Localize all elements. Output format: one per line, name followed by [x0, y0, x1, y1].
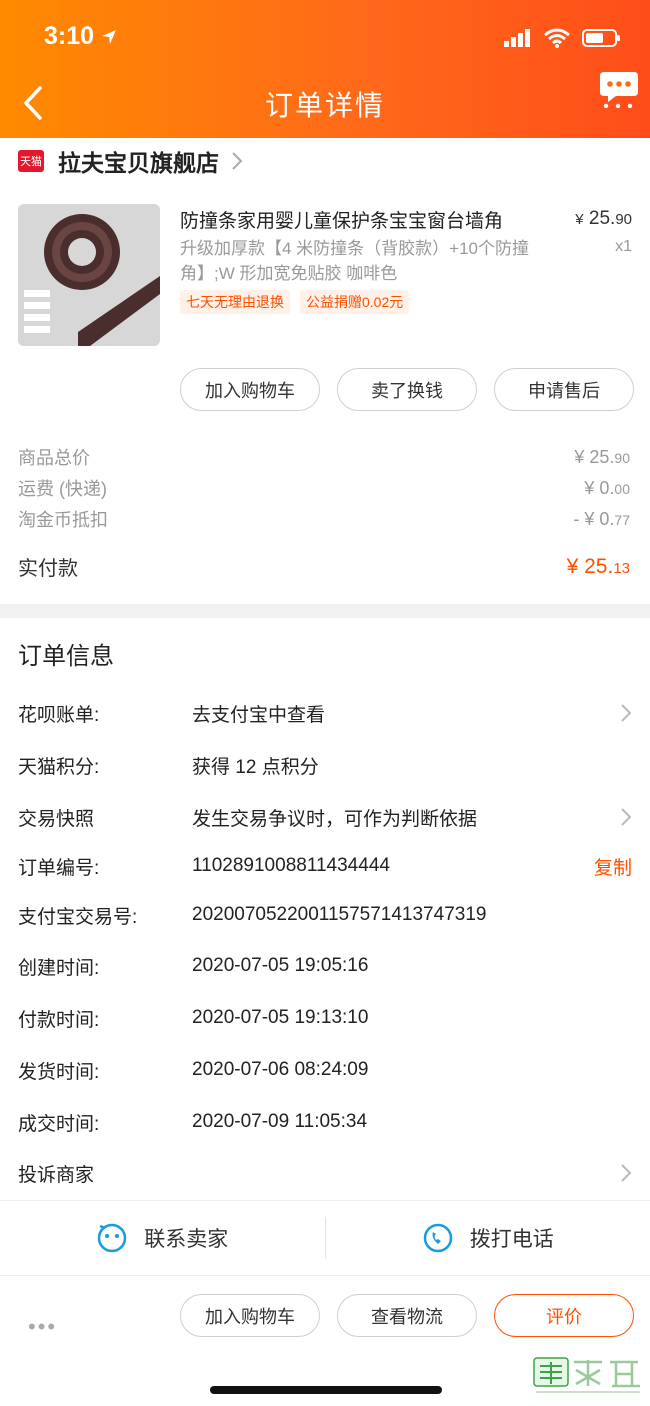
bottom-add-to-cart-button[interactable]: 加入购物车	[180, 1294, 320, 1337]
view-logistics-button[interactable]: 查看物流	[337, 1294, 477, 1337]
message-more-icon[interactable]	[598, 68, 640, 110]
copy-button[interactable]: 复制	[594, 853, 632, 880]
info-row-huabei[interactable]: 花呗账单: 去支付宝中查看	[18, 698, 632, 728]
watermark-logo	[533, 1357, 640, 1393]
contact-bar: 联系卖家 拨打电话	[0, 1200, 650, 1276]
more-options-icon[interactable]: •••	[28, 1314, 57, 1340]
location-arrow-icon	[102, 29, 117, 44]
chevron-right-icon	[621, 1164, 632, 1182]
review-button[interactable]: 评价	[494, 1294, 634, 1337]
status-time: 3:10	[44, 22, 118, 51]
add-to-cart-button[interactable]: 加入购物车	[180, 368, 320, 411]
page-title: 订单详情	[264, 90, 385, 121]
info-row-order-number: 订单编号: 1102891008811434444 复制	[18, 851, 632, 881]
order-info-title: 订单信息	[18, 643, 114, 670]
contact-seller-button[interactable]: 联系卖家	[0, 1201, 325, 1275]
chevron-right-icon	[621, 808, 632, 826]
summary-goods-total: 商品总价 ¥ 25.90	[18, 446, 630, 469]
header-bar: 3:10 订单详情	[0, 0, 650, 138]
home-indicator	[210, 1386, 442, 1394]
resell-button[interactable]: 卖了换钱	[337, 368, 477, 411]
product-title[interactable]: 防撞条家用婴儿童保护条宝宝窗台墙角	[180, 206, 550, 233]
item-action-row: 加入购物车 卖了换钱 申请售后	[180, 368, 634, 411]
chevron-right-icon	[621, 704, 632, 722]
store-name[interactable]: 拉夫宝贝旗舰店	[58, 144, 219, 178]
tmall-badge: 天猫	[18, 150, 44, 172]
info-row-shipped: 发货时间: 2020-07-06 08:24:09	[18, 1059, 369, 1083]
summary-paid-total: 实付款 ¥ 25.13	[18, 554, 630, 581]
status-bar: 3:10	[0, 0, 650, 78]
tag-return: 七天无理由退换	[180, 290, 290, 314]
summary-coin-deduction: 淘金币抵扣 - ¥ 0.77	[18, 508, 630, 531]
tag-charity: 公益捐赠0.02元	[300, 290, 410, 314]
info-row-created: 创建时间: 2020-07-05 19:05:16	[18, 955, 369, 979]
battery-icon	[582, 29, 620, 47]
cellular-signal-icon	[504, 29, 530, 47]
product-quantity: x1	[615, 238, 632, 255]
product-image[interactable]	[18, 204, 160, 346]
info-row-paid: 付款时间: 2020-07-05 19:13:10	[18, 1007, 369, 1031]
store-row[interactable]: 天猫 拉夫宝贝旗舰店	[18, 144, 243, 178]
bottom-action-bar: ••• 加入购物车 查看物流 评价	[0, 1278, 650, 1406]
call-phone-button[interactable]: 拨打电话	[326, 1201, 650, 1275]
info-row-alipay-number: 支付宝交易号: 2020070522001157571413747319	[18, 904, 487, 928]
wifi-icon	[544, 28, 570, 48]
product-price: ¥ 25.90	[575, 208, 632, 229]
summary-shipping: 运费 (快递) ¥ 0.00	[18, 477, 630, 500]
after-sale-button[interactable]: 申请售后	[494, 368, 634, 411]
info-row-complaint[interactable]: 投诉商家	[18, 1158, 632, 1188]
chevron-right-icon	[232, 152, 243, 170]
chat-face-icon	[98, 1223, 127, 1253]
product-tags: 七天无理由退换 公益捐赠0.02元	[180, 290, 410, 314]
info-row-snapshot[interactable]: 交易快照 发生交易争议时，可作为判断依据	[18, 802, 632, 832]
section-divider	[0, 604, 650, 618]
info-row-points: 天猫积分: 获得 12 点积分	[18, 756, 319, 778]
info-row-completed: 成交时间: 2020-07-09 11:05:34	[18, 1111, 368, 1135]
phone-icon	[423, 1223, 452, 1253]
product-sku: 升级加厚款【4 米防撞条（背胶款）+10个防撞角】;W 形加宽免贴胶 咖啡色	[180, 239, 530, 283]
